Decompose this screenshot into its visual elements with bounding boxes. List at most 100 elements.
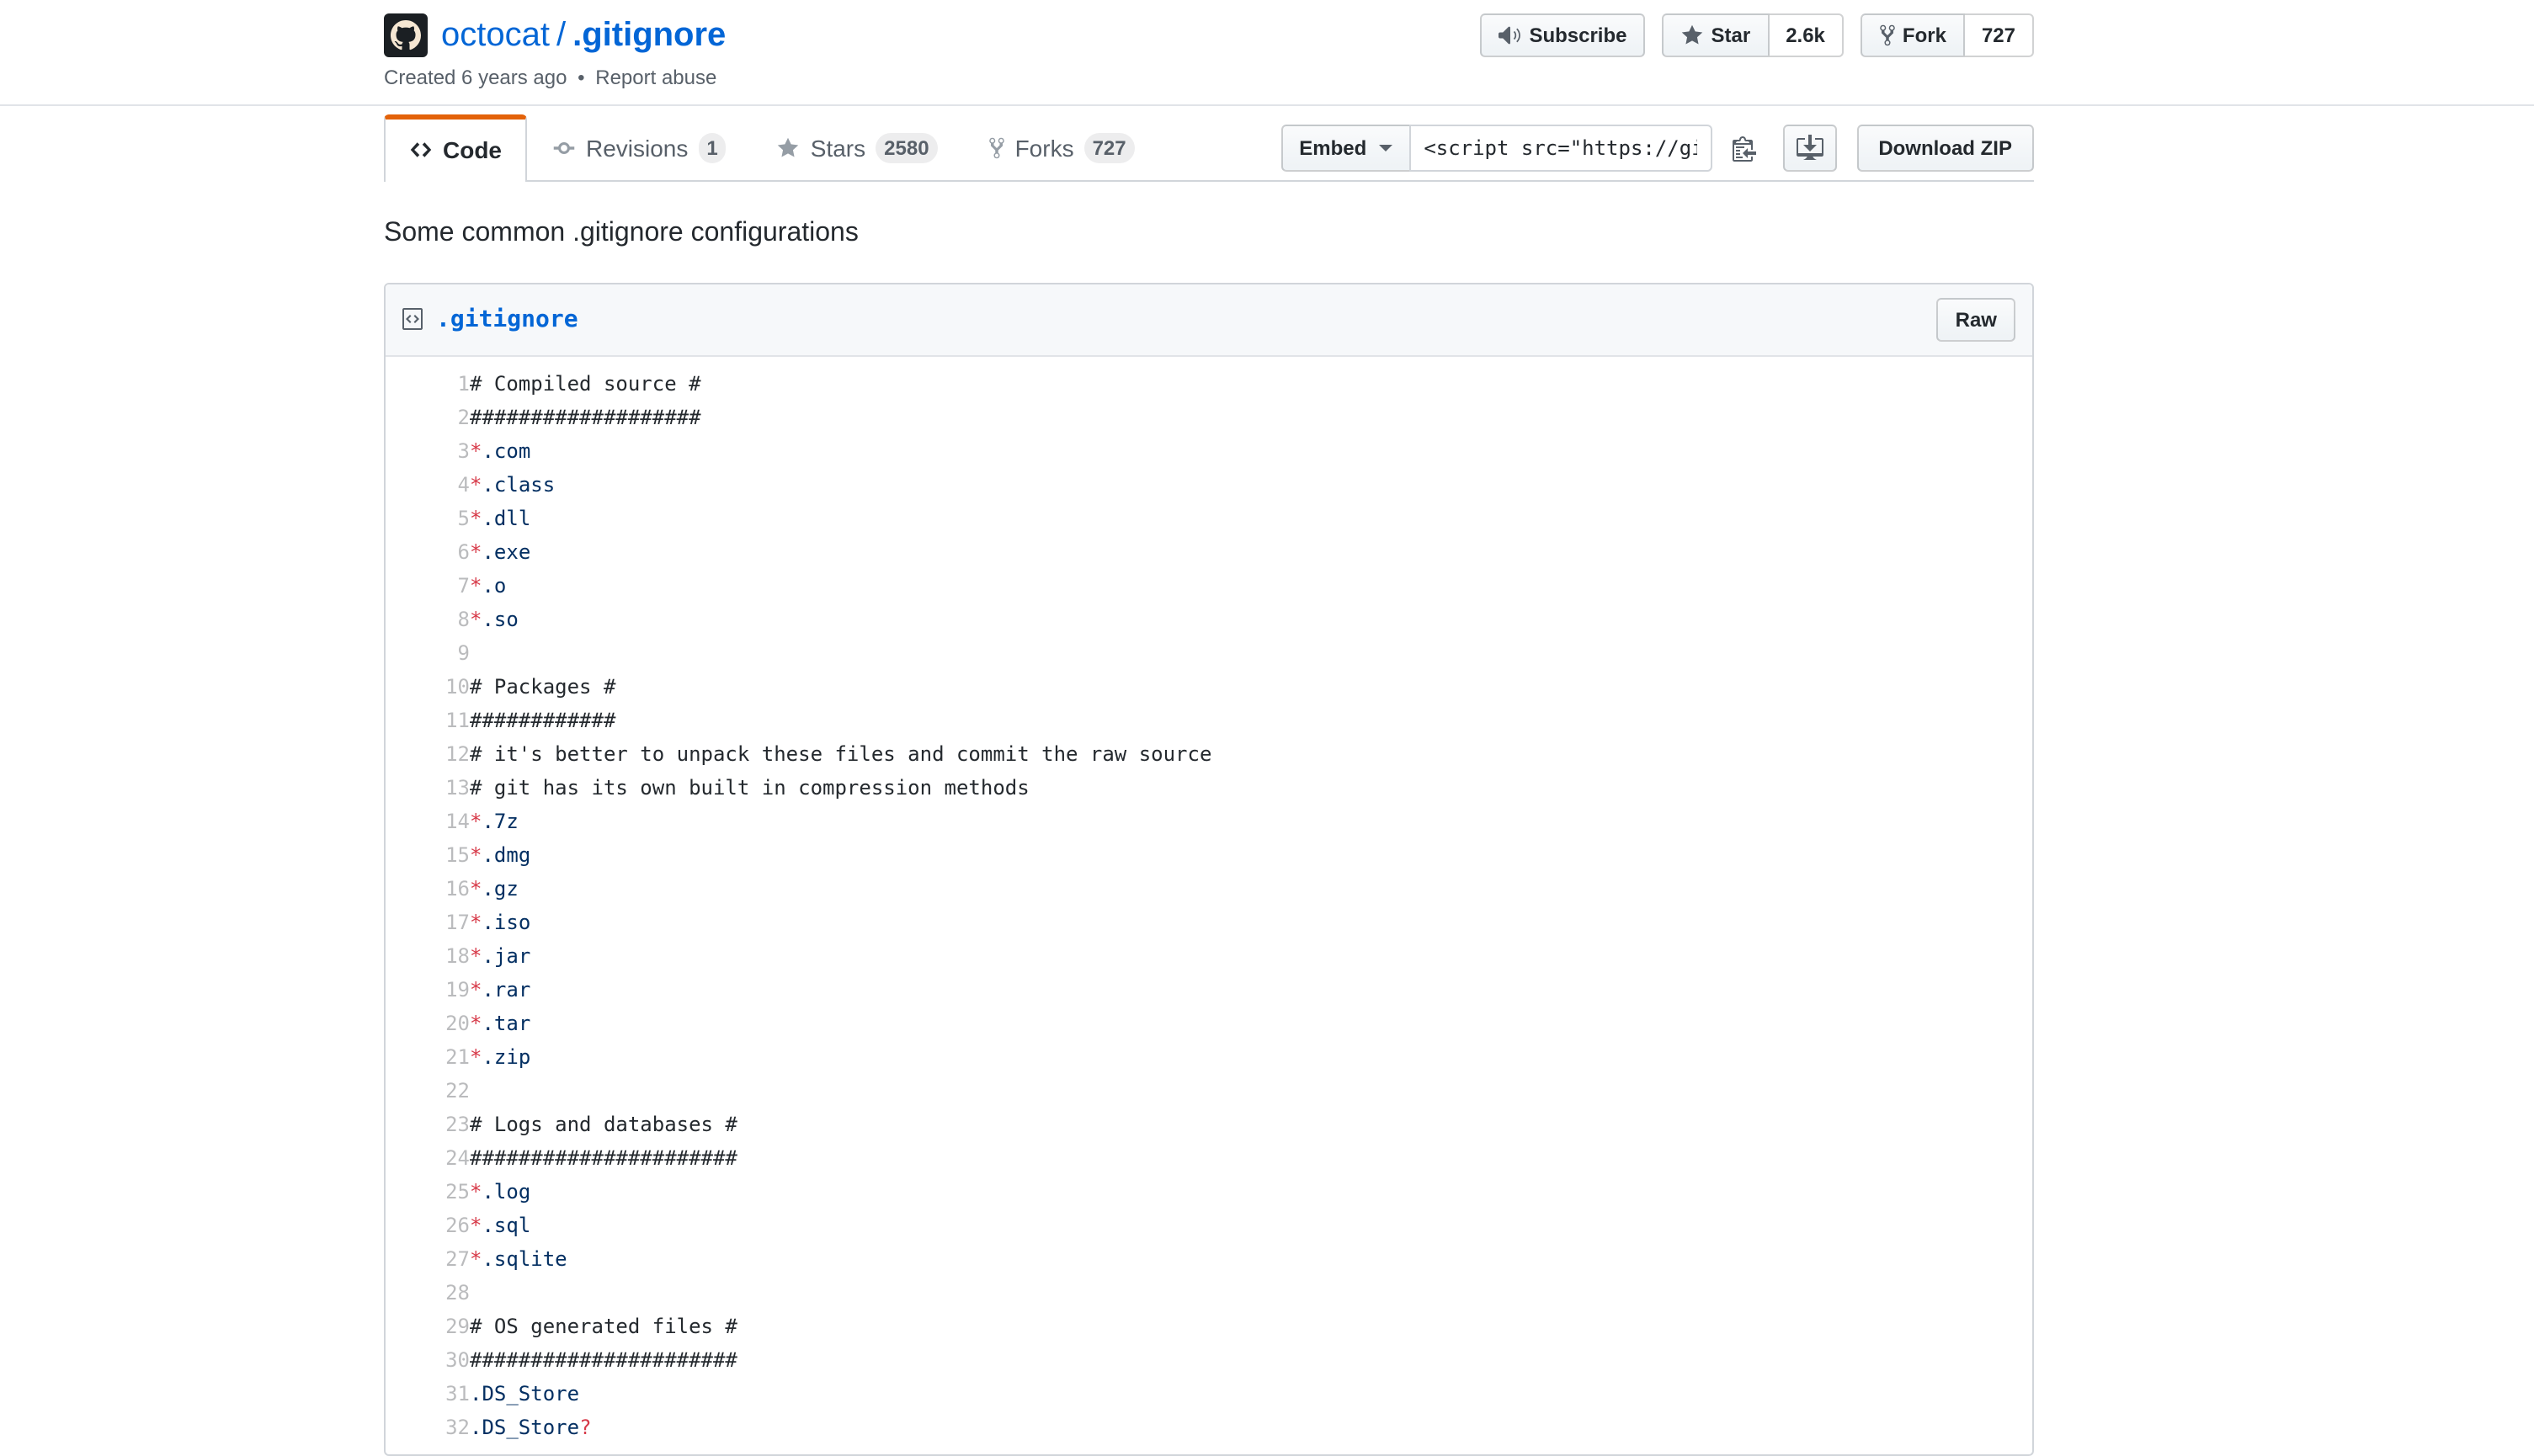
line-number[interactable]: 23: [386, 1108, 470, 1141]
tab-stars[interactable]: Stars 2580: [752, 114, 963, 180]
code-line: 4*.class: [386, 468, 2032, 502]
tab-revisions[interactable]: Revisions 1: [527, 114, 752, 180]
line-number[interactable]: 1: [386, 367, 470, 401]
line-number[interactable]: 29: [386, 1310, 470, 1343]
forks-counter: 727: [1084, 133, 1135, 163]
embed-url-input[interactable]: [1408, 124, 1712, 171]
line-number[interactable]: 22: [386, 1074, 470, 1108]
owner-link[interactable]: octocat: [441, 17, 550, 54]
line-number[interactable]: 30: [386, 1343, 470, 1377]
line-number[interactable]: 31: [386, 1377, 470, 1411]
line-number[interactable]: 24: [386, 1141, 470, 1175]
code-line: 2###################: [386, 401, 2032, 434]
line-number[interactable]: 11: [386, 704, 470, 737]
line-number[interactable]: 18: [386, 939, 470, 973]
fork-group: Fork 727: [1861, 13, 2034, 57]
download-zip-button[interactable]: Download ZIP: [1856, 124, 2034, 171]
star-button[interactable]: Star: [1663, 13, 1770, 57]
head-actions: Subscribe Star 2.6k Fork 727: [1480, 13, 2034, 57]
file-name-link[interactable]: .gitignore: [436, 306, 578, 333]
embed-select-button[interactable]: Embed: [1280, 124, 1410, 171]
line-number[interactable]: 25: [386, 1175, 470, 1209]
raw-button[interactable]: Raw: [1937, 298, 2015, 342]
fork-label: Fork: [1903, 20, 1946, 50]
tab-code[interactable]: Code: [384, 114, 527, 182]
code-line-content: .DS_Store: [470, 1377, 2032, 1411]
tab-forks[interactable]: Forks 727: [963, 114, 1160, 180]
line-number[interactable]: 8: [386, 603, 470, 636]
code-line-content: [470, 1276, 2032, 1310]
octocat-icon: [391, 20, 421, 50]
code-line: 21*.zip: [386, 1040, 2032, 1074]
line-number[interactable]: 13: [386, 771, 470, 805]
line-number[interactable]: 9: [386, 636, 470, 670]
line-number[interactable]: 17: [386, 906, 470, 939]
star-group: Star 2.6k: [1663, 13, 1844, 57]
tab-code-label: Code: [443, 132, 502, 166]
code-line-content: [470, 1074, 2032, 1108]
code-line-content: # it's better to unpack these files and …: [470, 737, 2032, 771]
copy-button[interactable]: [1722, 127, 1765, 167]
code-line-content: *.log: [470, 1175, 2032, 1209]
line-number[interactable]: 26: [386, 1209, 470, 1242]
line-number[interactable]: 20: [386, 1007, 470, 1040]
code-line-content: *.so: [470, 603, 2032, 636]
code-line: 27*.sqlite: [386, 1242, 2032, 1276]
code-line-content: *.dll: [470, 502, 2032, 535]
tab-stars-label: Stars: [811, 131, 865, 165]
fork-count[interactable]: 727: [1965, 13, 2034, 57]
code-line-content: ###################: [470, 401, 2032, 434]
meta-dot: •: [578, 66, 584, 89]
line-number[interactable]: 10: [386, 670, 470, 704]
code-table-body: 1# Compiled source #2###################…: [386, 367, 2032, 1444]
line-number[interactable]: 3: [386, 434, 470, 468]
line-number[interactable]: 27: [386, 1242, 470, 1276]
gist-meta: Created 6 years ago • Report abuse: [384, 64, 726, 91]
star-count[interactable]: 2.6k: [1769, 13, 1844, 57]
line-number[interactable]: 4: [386, 468, 470, 502]
speaker-icon: [1499, 24, 1522, 47]
fork-button[interactable]: Fork: [1861, 13, 1965, 57]
revisions-counter: 1: [698, 133, 726, 163]
code-line-content: # Logs and databases #: [470, 1108, 2032, 1141]
code-line-content: *.dmg: [470, 838, 2032, 872]
title-separator: /: [556, 17, 566, 54]
line-number[interactable]: 28: [386, 1276, 470, 1310]
report-abuse-link[interactable]: Report abuse: [595, 66, 716, 89]
code-line: 16*.gz: [386, 872, 2032, 906]
code-line: 10# Packages #: [386, 670, 2032, 704]
line-number[interactable]: 2: [386, 401, 470, 434]
gist-file-icon: [402, 306, 423, 333]
code-line: 32.DS_Store?: [386, 1411, 2032, 1444]
line-number[interactable]: 12: [386, 737, 470, 771]
download-icon: [1796, 134, 1823, 161]
code-line-content: *.rar: [470, 973, 2032, 1007]
line-number[interactable]: 14: [386, 805, 470, 838]
code-line-content: *.sqlite: [470, 1242, 2032, 1276]
gist-name-link[interactable]: .gitignore: [572, 17, 726, 54]
chevron-down-icon: [1378, 144, 1392, 151]
line-number[interactable]: 21: [386, 1040, 470, 1074]
code-viewer: 1# Compiled source #2###################…: [386, 357, 2032, 1454]
code-line-content: ######################: [470, 1141, 2032, 1175]
tab-revisions-label: Revisions: [586, 131, 688, 165]
line-number[interactable]: 5: [386, 502, 470, 535]
code-line: 17*.iso: [386, 906, 2032, 939]
line-number[interactable]: 6: [386, 535, 470, 569]
created-text: Created 6 years ago: [384, 66, 567, 89]
download-button[interactable]: [1782, 124, 1836, 171]
code-line-content: *.jar: [470, 939, 2032, 973]
avatar[interactable]: [384, 13, 428, 57]
line-number[interactable]: 32: [386, 1411, 470, 1444]
line-number[interactable]: 19: [386, 973, 470, 1007]
code-line: 15*.dmg: [386, 838, 2032, 872]
line-number[interactable]: 15: [386, 838, 470, 872]
line-number[interactable]: 16: [386, 872, 470, 906]
line-number[interactable]: 7: [386, 569, 470, 603]
tab-bar: Code Revisions 1 Stars 2580 Forks 727 Em…: [384, 114, 2034, 182]
code-line-content: *.exe: [470, 535, 2032, 569]
code-line-content: [470, 636, 2032, 670]
star-icon: [1681, 24, 1705, 47]
subscribe-button[interactable]: Subscribe: [1480, 13, 1645, 57]
code-line: 7*.o: [386, 569, 2032, 603]
